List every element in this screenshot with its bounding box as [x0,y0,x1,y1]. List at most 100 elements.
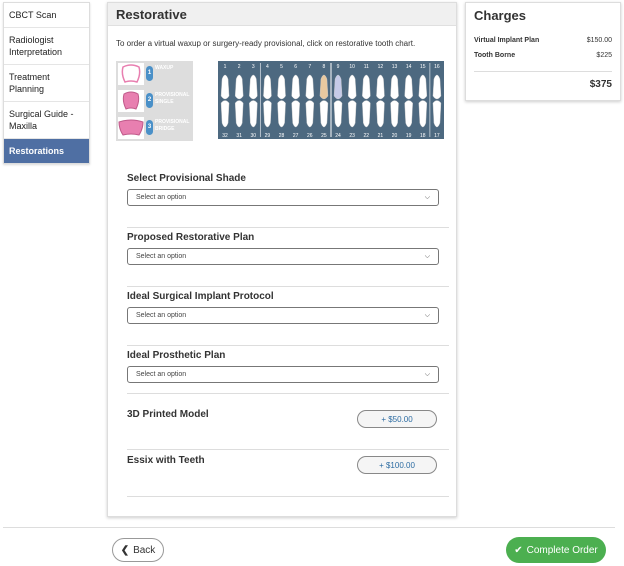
lower-tooth[interactable] [347,100,357,128]
restorative-tooth-chart[interactable]: 1 32 2 31 3 30 4 29 5 28 6 27 7 26 8 25 9 24 10 23 11 22 12 21 1… [218,61,444,139]
lower-tooth[interactable] [362,100,371,128]
tooth-number-label: 12 [378,64,384,70]
restorative-plan-select[interactable]: Select an option ⌵ [127,248,439,265]
legend-provisional-single[interactable]: 2 PROVISIONAL SINGLE [116,88,193,114]
lower-tooth[interactable] [220,100,230,128]
tooth-number-label: 18 [420,133,426,139]
tooth-number-label: 22 [364,133,370,139]
lower-tooth[interactable] [291,100,300,128]
upper-tooth[interactable] [390,74,399,100]
back-button[interactable]: ❮ Back [112,538,164,562]
lower-tooth[interactable] [333,100,343,128]
lower-tooth[interactable] [319,100,329,128]
tooth-number-label: 7 [308,64,311,70]
tooth-number-label: 3 [252,64,255,70]
surgical-implant-protocol-select[interactable]: Select an option ⌵ [127,307,439,324]
provisional-shade-select[interactable]: Select an option ⌵ [127,189,439,206]
restorative-plan-section: Proposed Restorative Plan Select an opti… [127,232,439,265]
upper-tooth[interactable] [277,74,286,100]
plus-icon: + [381,414,389,424]
provisional-bridge-tooth-icon [118,117,144,139]
chevron-down-icon: ⌵ [424,311,430,319]
add-printed-model-button[interactable]: + $50.00 [357,410,437,428]
lower-tooth[interactable] [418,100,428,128]
divider [127,393,449,394]
tooth-number-label: 21 [378,133,384,139]
complete-order-button[interactable]: ✔ Complete Order [506,537,606,563]
divider [127,227,449,228]
upper-tooth[interactable] [404,74,413,100]
sidebar-item-treatment-planning[interactable]: Treatment Planning [4,65,89,102]
upper-tooth[interactable] [418,74,428,100]
tooth-number-label: 4 [266,64,269,70]
sidebar-item-radiologist-interpretation[interactable]: Radiologist Interpretation [4,28,89,65]
upper-tooth[interactable] [319,74,329,100]
charge-row: Virtual Implant Plan $150.00 [474,37,612,44]
sidebar-item-cbct-scan[interactable]: CBCT Scan [4,3,89,28]
upper-tooth[interactable] [333,74,343,100]
lower-tooth[interactable] [305,100,315,128]
upper-tooth[interactable] [362,74,371,100]
upper-tooth[interactable] [234,74,244,100]
tooth-number-label: 23 [349,133,355,139]
legend-waxup[interactable]: 1 WAXUP [116,61,193,87]
divider [127,449,449,450]
tooth-number-label: 20 [392,133,398,139]
tooth-number-label: 17 [434,133,440,139]
surgical-implant-protocol-section: Ideal Surgical Implant Protocol Select a… [127,291,439,324]
tooth-number-label: 27 [293,133,299,139]
tooth-number-label: 31 [236,133,242,139]
surgical-implant-protocol-label: Ideal Surgical Implant Protocol [127,291,274,302]
upper-tooth[interactable] [249,74,258,100]
lower-tooth[interactable] [432,100,442,128]
tooth-number-label: 9 [337,64,340,70]
chevron-down-icon: ⌵ [424,370,430,378]
divider [127,345,449,346]
divider [3,527,615,528]
charges-panel: Charges Virtual Implant Plan $150.00 Too… [465,2,621,101]
check-icon: ✔ [514,544,523,556]
lower-tooth[interactable] [263,100,272,128]
tooth-number-label: 1 [224,64,227,70]
lower-tooth[interactable] [404,100,413,128]
upper-tooth[interactable] [220,74,230,100]
provisional-shade-label: Select Provisional Shade [127,173,246,184]
tooth-number-label: 13 [392,64,398,70]
divider [474,71,612,72]
add-essix-button[interactable]: + $100.00 [357,456,437,474]
upper-tooth[interactable] [305,74,315,100]
charge-row: Tooth Borne $225 [474,52,612,59]
upper-tooth[interactable] [376,74,385,100]
lower-tooth[interactable] [249,100,258,128]
sidebar-item-restorations[interactable]: Restorations [4,139,89,163]
upper-tooth[interactable] [347,74,357,100]
lower-tooth[interactable] [390,100,399,128]
tooth-number-label: 11 [364,64,369,70]
tooth-number-label: 16 [434,64,440,70]
lower-tooth[interactable] [277,100,286,128]
tooth-number-label: 26 [307,133,313,139]
prosthetic-plan-select[interactable]: Select an option ⌵ [127,366,439,383]
provisional-single-tooth-icon [118,90,144,112]
tooth-number-label: 8 [323,64,326,70]
prosthetic-plan-section: Ideal Prosthetic Plan Select an option ⌵ [127,350,439,383]
tooth-number-label: 32 [222,133,228,139]
legend-provisional-bridge[interactable]: 3 PROVISIONAL BRIDGE [116,115,193,141]
plus-icon: + [379,460,386,470]
prosthetic-plan-label: Ideal Prosthetic Plan [127,350,226,361]
sidebar-item-surgical-guide-maxilla[interactable]: Surgical Guide - Maxilla [4,102,89,139]
provisional-shade-section: Select Provisional Shade Select an optio… [127,173,439,206]
tooth-number-label: 15 [420,64,426,70]
tooth-number-label: 25 [321,133,327,139]
tooth-number-label: 14 [406,64,412,70]
upper-tooth[interactable] [263,74,272,100]
tooth-number-label: 24 [335,133,341,139]
tooth-number-label: 2 [238,64,241,70]
restoration-legend: 1 WAXUP 2 PROVISIONAL SINGLE 3 PROVISION… [116,61,193,141]
lower-tooth[interactable] [234,100,244,128]
charges-title: Charges [474,8,527,23]
lower-tooth[interactable] [376,100,385,128]
upper-tooth[interactable] [291,74,300,100]
upper-tooth[interactable] [432,74,442,100]
chevron-down-icon: ⌵ [424,252,430,260]
